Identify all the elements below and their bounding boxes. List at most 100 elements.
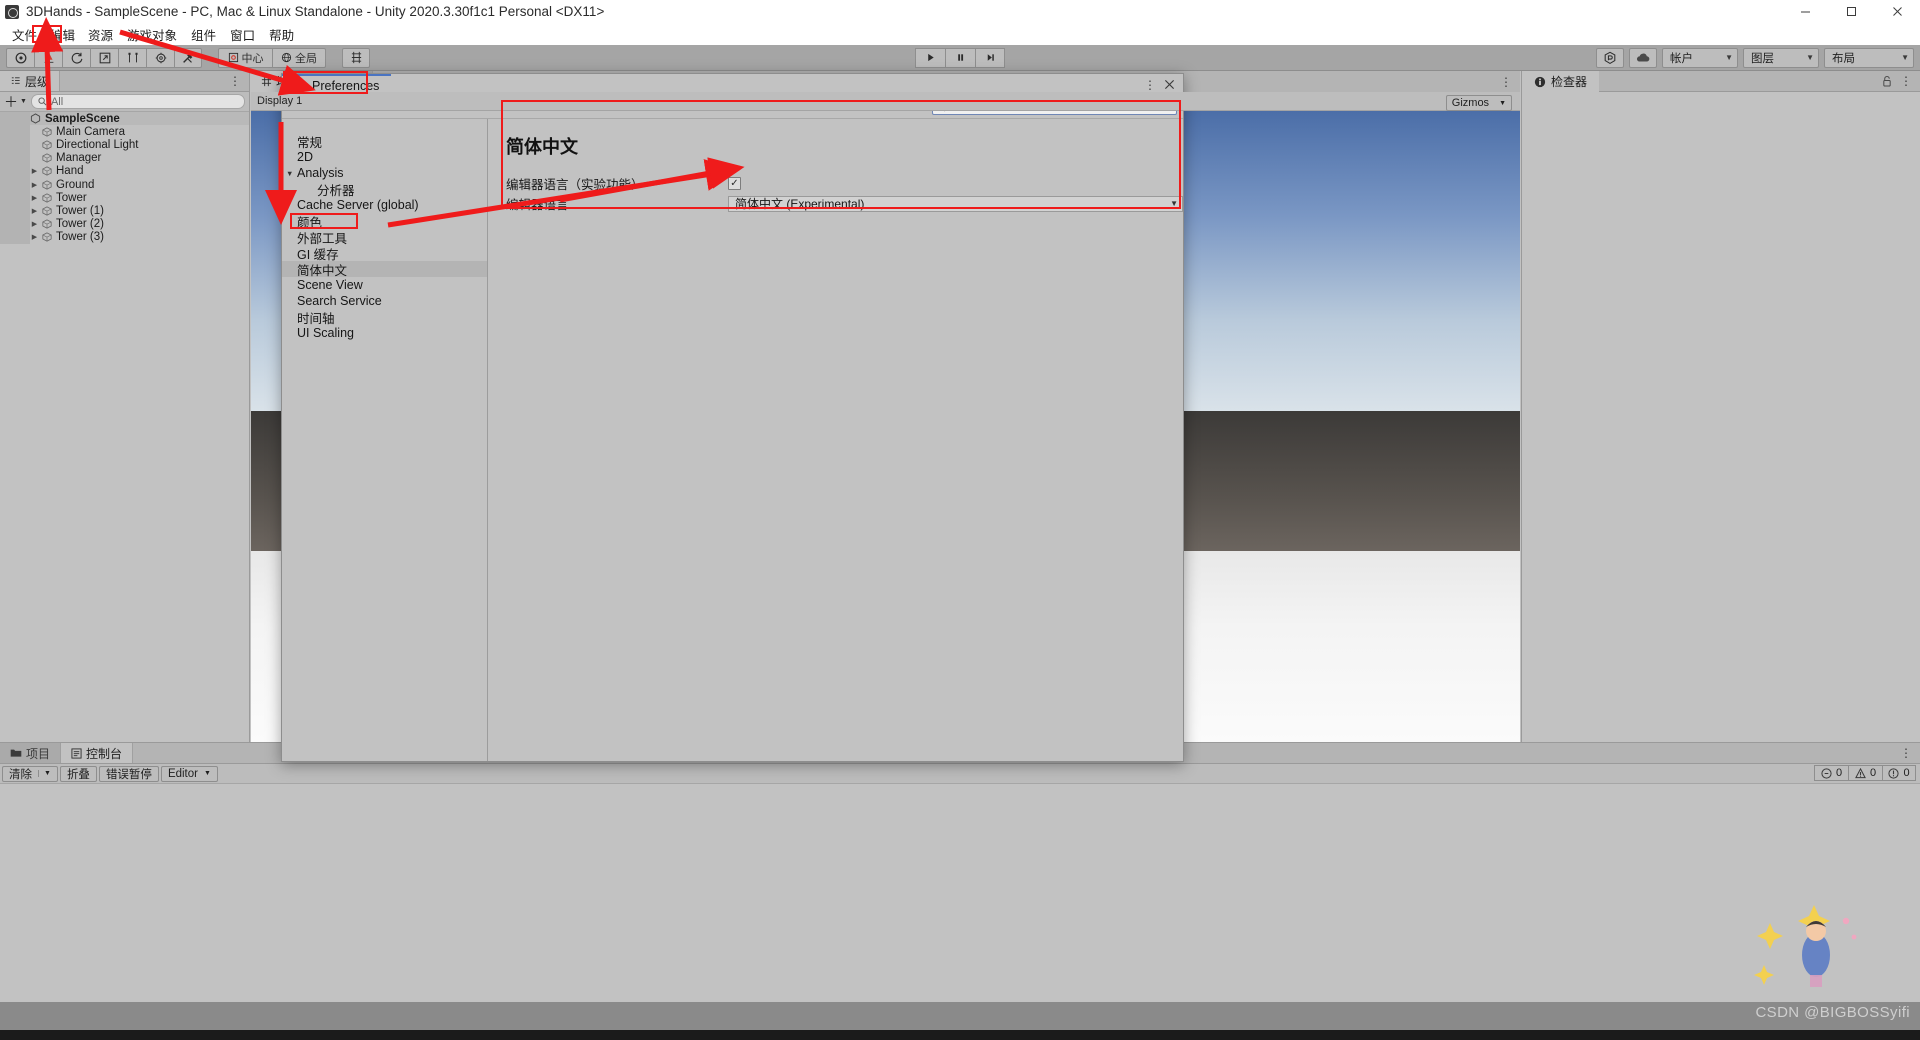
menu-item-gameobject[interactable]: 游戏对象: [120, 23, 184, 46]
gizmos-dropdown[interactable]: Gizmos ▼: [1445, 95, 1512, 111]
gameobject-cube-icon: [40, 153, 53, 163]
menu-item-help[interactable]: 帮助: [262, 23, 301, 46]
tab-project[interactable]: 项目: [0, 743, 62, 763]
search-icon: [38, 97, 47, 106]
hierarchy-row-label: Main Camera: [56, 125, 126, 138]
console-error-count[interactable]: 0: [1882, 765, 1916, 781]
rotate-tool-button[interactable]: [62, 47, 90, 68]
editor-language-experimental-checkbox[interactable]: ✓: [728, 177, 741, 190]
display-dropdown-label[interactable]: Display 1: [257, 95, 302, 107]
custom-editor-tool-button[interactable]: [174, 47, 202, 68]
tab-console[interactable]: 控制台: [61, 743, 134, 763]
hierarchy-row[interactable]: ▶ Ground: [0, 178, 249, 191]
preferences-sidebar-item-label: 2D: [297, 150, 313, 164]
kebab-menu-icon[interactable]: ⋮: [1500, 75, 1512, 89]
window-title: 3DHands - SampleScene - PC, Mac & Linux …: [26, 4, 605, 19]
pivot-rotation-label: 全局: [295, 52, 317, 65]
hierarchy-row[interactable]: Manager: [0, 152, 249, 165]
console-editor-dropdown[interactable]: Editor ▼: [160, 765, 218, 782]
kebab-menu-icon[interactable]: ⋮: [1144, 78, 1156, 92]
menu-item-window[interactable]: 窗口: [223, 23, 262, 46]
close-icon[interactable]: [1164, 79, 1175, 90]
unity-editor-window: 3DHands - SampleScene - PC, Mac & Linux …: [0, 0, 1920, 1040]
hand-tool-button[interactable]: [6, 47, 34, 68]
console-collapse-button[interactable]: 折叠: [59, 765, 97, 782]
move-tool-button[interactable]: [34, 47, 62, 68]
step-button[interactable]: [975, 47, 1005, 68]
preferences-sidebar-item[interactable]: 分析器: [282, 181, 487, 198]
console-error-pause-button[interactable]: 错误暂停: [98, 765, 159, 782]
preferences-content-heading: 简体中文: [506, 137, 578, 157]
hierarchy-row[interactable]: ▶ Tower (3): [0, 231, 249, 244]
editor-language-dropdown[interactable]: 简体中文 (Experimental) ▼: [728, 195, 1183, 212]
account-dropdown[interactable]: 帐户 ▼: [1662, 47, 1738, 68]
cloud-icon[interactable]: [1629, 47, 1657, 68]
hierarchy-row[interactable]: Directional Light: [0, 138, 249, 151]
console-clear-button[interactable]: 清除 ▼: [2, 765, 58, 782]
kebab-menu-icon[interactable]: ⋮: [1900, 74, 1912, 88]
tab-project-label: 项目: [26, 746, 51, 761]
inspector-tab-tools: ⋮: [1882, 71, 1920, 91]
layout-dropdown[interactable]: 布局 ▼: [1824, 47, 1914, 68]
preferences-body: 常规 2D ▼ Analysis 分析器 Cache Server (global) 颜色外…: [282, 119, 1183, 761]
preferences-sidebar-item[interactable]: Scene View: [282, 277, 487, 293]
preferences-sidebar-item-label: UI Scaling: [297, 326, 354, 340]
preferences-sidebar-item[interactable]: UI Scaling: [282, 325, 487, 341]
preferences-sidebar-item[interactable]: 常规: [282, 133, 487, 150]
kebab-menu-icon[interactable]: ⋮: [1900, 746, 1912, 760]
chevron-right-icon[interactable]: ▶: [29, 194, 40, 202]
pivot-rotation-button[interactable]: 全局: [272, 47, 326, 68]
hierarchy-row[interactable]: ▶ Tower: [0, 191, 249, 204]
tab-inspector[interactable]: 检查器: [1522, 71, 1600, 92]
hierarchy-panel: 层级 ⋮ ＋ ▼ All ▼SampleSceneMain CameraDire…: [0, 71, 250, 742]
gameobject-cube-icon: [40, 193, 53, 203]
menu-item-edit[interactable]: 编辑: [44, 24, 81, 45]
pivot-mode-button[interactable]: 中心: [218, 47, 272, 68]
console-log-count[interactable]: 0: [1814, 765, 1848, 781]
menu-item-file[interactable]: 文件: [5, 23, 44, 46]
collab-icon[interactable]: [1596, 47, 1624, 68]
transform-tool-button[interactable]: [146, 47, 174, 68]
play-button[interactable]: [915, 47, 945, 68]
chevron-right-icon[interactable]: ▶: [29, 181, 40, 189]
chevron-right-icon[interactable]: ▶: [29, 233, 40, 241]
hierarchy-row[interactable]: ▼SampleScene: [0, 112, 249, 126]
preferences-sidebar-item[interactable]: ▼ Analysis: [282, 165, 487, 181]
preferences-sidebar-item[interactable]: 简体中文: [282, 261, 487, 278]
scale-tool-button[interactable]: [90, 47, 118, 68]
kebab-menu-icon[interactable]: ⋮: [229, 74, 241, 88]
tab-hierarchy[interactable]: 层级: [0, 71, 61, 91]
hierarchy-row[interactable]: ▶ Hand: [0, 165, 249, 178]
chevron-down-icon[interactable]: ▼: [286, 169, 297, 178]
grid-snapping-icon[interactable]: [342, 47, 370, 68]
minimize-button[interactable]: [1782, 0, 1828, 23]
chevron-right-icon[interactable]: ▶: [29, 207, 40, 215]
layers-dropdown[interactable]: 图层 ▼: [1743, 47, 1819, 68]
hierarchy-row-label: Tower (2): [56, 218, 104, 231]
lock-icon[interactable]: [1882, 75, 1892, 87]
hierarchy-row[interactable]: ▶ Tower (1): [0, 204, 249, 217]
chevron-right-icon[interactable]: ▶: [29, 220, 40, 228]
rect-tool-button[interactable]: [118, 47, 146, 68]
hierarchy-search-input[interactable]: All: [30, 94, 245, 109]
inspector-tab-label: 检查器: [1551, 75, 1588, 89]
maximize-button[interactable]: [1828, 0, 1874, 23]
console-log-count-value: 0: [1835, 767, 1843, 779]
menu-item-assets[interactable]: 资源: [81, 23, 120, 46]
gameobject-cube-icon: [40, 219, 53, 229]
pause-button[interactable]: [945, 47, 975, 68]
preferences-sidebar-item-label: Search Service: [297, 294, 382, 308]
gameobject-cube-icon: [40, 179, 53, 190]
console-warning-count[interactable]: 0: [1848, 765, 1882, 781]
hierarchy-row-label: Manager: [56, 152, 102, 165]
chevron-right-icon[interactable]: ▶: [29, 167, 40, 175]
console-editor-label: Editor: [167, 767, 198, 780]
close-button[interactable]: [1874, 0, 1920, 23]
hierarchy-row[interactable]: Main Camera: [0, 125, 249, 138]
add-gameobject-button[interactable]: ＋ ▼: [4, 92, 27, 112]
preferences-sidebar-item-label: Scene View: [297, 278, 363, 292]
preferences-sidebar-item[interactable]: 2D: [282, 149, 487, 165]
menu-item-component[interactable]: 组件: [184, 23, 223, 46]
preferences-sidebar-item[interactable]: 时间轴: [282, 309, 487, 326]
hierarchy-row[interactable]: ▶ Tower (2): [0, 218, 249, 231]
